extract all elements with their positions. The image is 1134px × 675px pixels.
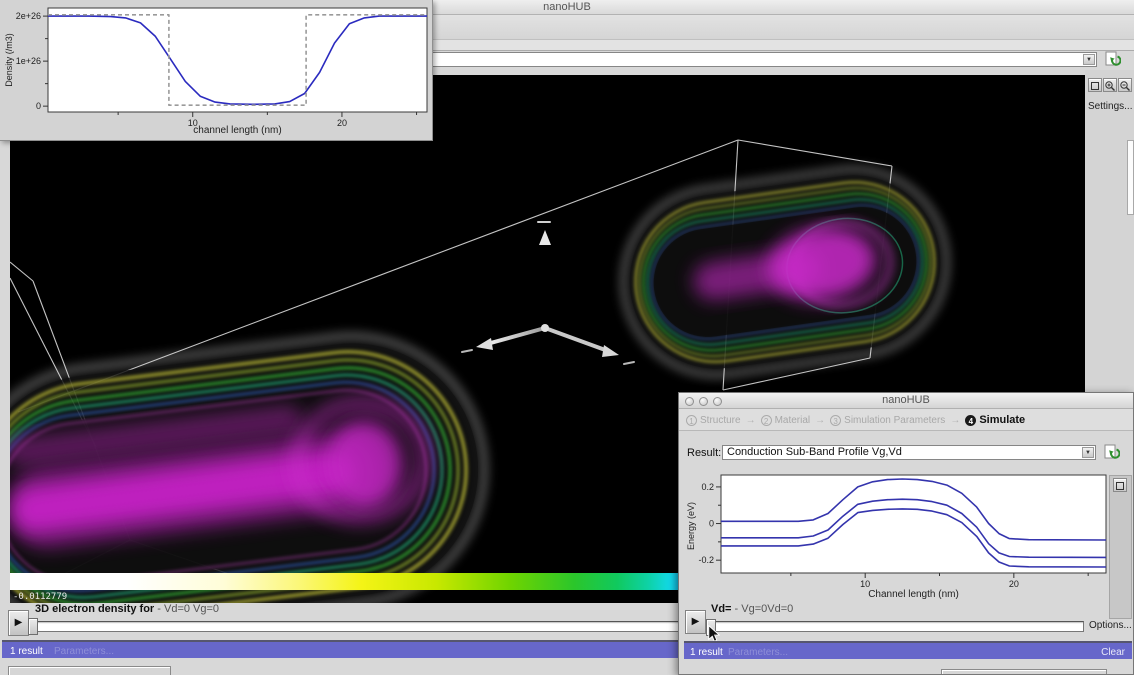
svg-text:0.2: 0.2: [701, 482, 714, 492]
mouse-cursor: [708, 625, 720, 642]
window-edge-sliver: [1127, 140, 1134, 215]
window-maximize-button[interactable]: [713, 397, 722, 406]
play-icon: ▶: [15, 617, 23, 628]
sim-window-titlebar: nanoHUB: [679, 393, 1133, 409]
breadcrumb-structure[interactable]: 1Structure: [686, 415, 746, 426]
options-button[interactable]: Options...: [1089, 620, 1132, 631]
right-density-lobe: [612, 157, 959, 386]
density-chart-ylabel: Density (/m3): [4, 10, 16, 110]
window-minimize-button[interactable]: [699, 397, 708, 406]
svg-text:20: 20: [337, 118, 347, 128]
axes-indicator: [462, 222, 634, 364]
main-parameters-link[interactable]: Parameters...: [54, 646, 114, 657]
density-profile-chart: 102001e+262e+26channel length (nm): [0, 0, 433, 141]
breadcrumb-simulation-parameters[interactable]: 3Simulation Parameters: [830, 415, 950, 426]
breadcrumb-material[interactable]: 2Material: [761, 415, 816, 426]
svg-text:1e+26: 1e+26: [16, 56, 41, 66]
density-profile-popup: 102001e+262e+26channel length (nm) Densi…: [0, 0, 433, 141]
square-icon: [1114, 480, 1126, 492]
export-result-icon[interactable]: [1104, 51, 1121, 67]
sim-result-combobox-value: Conduction Sub-Band Profile Vg,Vd: [723, 446, 1079, 459]
energy-profile-chart: 10 20 -0.2 0 0.2 Channel length (nm): [685, 469, 1121, 605]
zoom-in-icon: [1104, 80, 1116, 92]
sim-results-bar: 1 result Parameters... Clear: [684, 641, 1132, 659]
chart-maximize-button[interactable]: [1113, 478, 1127, 492]
main-result-combobox-arrow[interactable]: ▼: [1083, 54, 1095, 65]
clear-button[interactable]: Clear: [1101, 647, 1125, 658]
zoom-out-button[interactable]: [1118, 78, 1132, 92]
svg-text:-0.2: -0.2: [698, 555, 714, 565]
main-frame-slider-handle[interactable]: [28, 618, 38, 635]
zoom-out-icon: [1119, 80, 1131, 92]
sim-window-title: nanoHUB: [882, 394, 930, 406]
reset-view-button[interactable]: [1088, 78, 1102, 92]
sim-result-count: 1 result: [690, 647, 723, 658]
energy-chart-ylabel: Energy (eV): [686, 476, 698, 576]
breadcrumb-arrow-icon: →: [746, 415, 756, 426]
sim-result-combobox[interactable]: Conduction Sub-Band Profile Vg,Vd ▼: [722, 445, 1096, 460]
main-window-title: nanoHUB: [543, 1, 591, 13]
square-icon: [1089, 80, 1101, 92]
sim-player-label: Vd= - Vg=0Vd=0: [711, 603, 793, 615]
sim-parameters-link[interactable]: Parameters...: [728, 647, 788, 658]
window-close-button[interactable]: [685, 397, 694, 406]
simulate-window: nanoHUB 1Structure→2Material→3Simulation…: [678, 392, 1134, 675]
svg-text:2e+26: 2e+26: [16, 11, 41, 21]
vd-slider-track[interactable]: [706, 621, 1084, 632]
left-density-lobe: [10, 321, 499, 603]
svg-text:10: 10: [860, 579, 870, 589]
breadcrumb-arrow-icon: →: [950, 415, 960, 426]
breadcrumb-arrow-icon: →: [815, 415, 825, 426]
breadcrumb-simulate[interactable]: 4Simulate: [965, 415, 1030, 426]
main-player-label: 3D electron density for - Vd=0 Vg=0: [35, 603, 219, 615]
sim-export-result-icon[interactable]: [1103, 444, 1120, 460]
wizard-breadcrumb: 1Structure→2Material→3Simulation Paramet…: [679, 409, 1133, 431]
sim-play-button[interactable]: ▶: [685, 610, 706, 634]
settings-button[interactable]: Settings...: [1088, 101, 1132, 112]
svg-text:channel length (nm): channel length (nm): [193, 125, 281, 136]
main-play-button[interactable]: ▶: [8, 610, 29, 636]
main-bottom-partial-button[interactable]: [8, 666, 171, 675]
sim-result-combobox-arrow[interactable]: ▼: [1082, 447, 1094, 458]
svg-text:0: 0: [36, 101, 41, 111]
svg-text:Channel length (nm): Channel length (nm): [868, 589, 959, 600]
sim-bottom-partial-button[interactable]: [941, 669, 1107, 675]
desktop: nanoHUB ▼: [0, 0, 1134, 675]
svg-text:20: 20: [1009, 579, 1019, 589]
play-icon: ▶: [692, 616, 700, 627]
colorbar-min-value: -0.0112779: [13, 592, 67, 602]
result-label: Result:: [687, 447, 721, 459]
chart-side-strip: [1109, 475, 1132, 619]
zoom-in-button[interactable]: [1103, 78, 1117, 92]
svg-text:0: 0: [709, 519, 714, 529]
main-result-count: 1 result: [10, 646, 43, 657]
